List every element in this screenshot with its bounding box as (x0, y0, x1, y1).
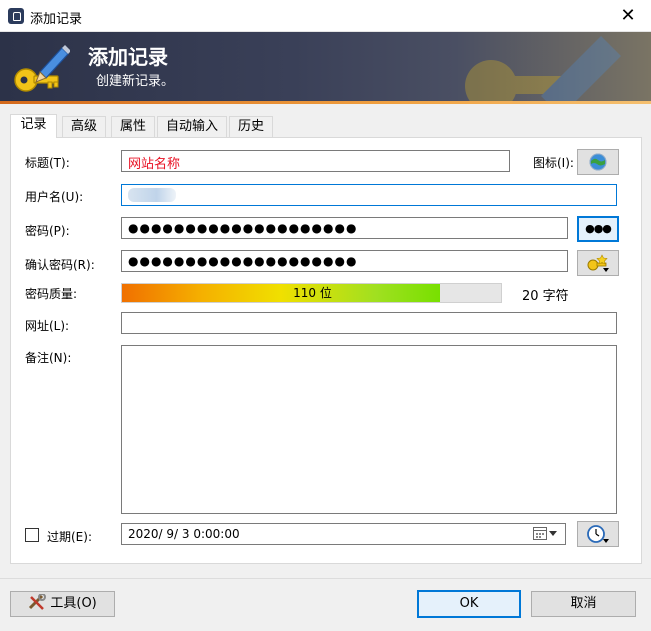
window-titlebar: 添加记录 ✕ (0, 0, 651, 32)
window-title: 添加记录 (30, 12, 83, 27)
calendar-dropdown-icon[interactable] (533, 527, 559, 544)
key-generator-icon (587, 254, 609, 272)
tab-properties[interactable]: 属性 (111, 116, 155, 137)
tools-button-label: 工具(O) (50, 596, 97, 611)
expiry-datetime-value: 2020/ 9/ 3 0:00:00 (128, 527, 240, 541)
username-redacted-value (128, 188, 176, 202)
banner-subheading: 创建新记录。 (96, 74, 175, 89)
password-generator-button[interactable] (577, 250, 619, 276)
banner-accent-line (0, 101, 651, 104)
password-quality-label: 密码质量: (25, 287, 78, 301)
ok-button[interactable]: OK (417, 590, 521, 618)
keepass-lock-icon (8, 8, 24, 24)
confirm-password-label: 确认密码(R): (25, 258, 95, 272)
close-icon[interactable]: ✕ (605, 0, 651, 32)
notes-textarea[interactable] (121, 345, 617, 514)
password-input[interactable]: ●●●●●●●●●●●●●●●●●●●● (121, 217, 568, 239)
tab-auto-type[interactable]: 自动输入 (157, 116, 227, 137)
tab-history[interactable]: 历史 (229, 116, 273, 137)
username-label: 用户名(U): (25, 190, 84, 204)
title-input[interactable]: 网站名称 (121, 150, 510, 172)
expires-label[interactable]: 过期(E): (47, 528, 92, 545)
notes-label: 备注(N): (25, 351, 72, 365)
banner-heading: 添加记录 (88, 45, 168, 69)
confirm-password-input[interactable]: ●●●●●●●●●●●●●●●●●●●● (121, 250, 568, 272)
icon-label: 图标(I): (533, 156, 574, 170)
title-label: 标题(T): (25, 156, 70, 170)
expiry-datetime-picker[interactable]: 2020/ 9/ 3 0:00:00 (121, 523, 566, 545)
password-quality-bar: 110 位 (121, 283, 502, 303)
cancel-button[interactable]: 取消 (531, 591, 636, 617)
tools-button[interactable]: 工具(O) (10, 591, 115, 617)
icon-picker-button[interactable] (577, 149, 619, 175)
password-quality-bits: 110 位 (293, 286, 332, 300)
key-pen-icon (14, 45, 70, 92)
tools-icon (29, 593, 47, 610)
banner-watermark-icon (465, 36, 621, 104)
url-input[interactable] (121, 312, 617, 334)
clock-icon (587, 525, 609, 543)
globe-icon (589, 153, 607, 171)
expires-checkbox[interactable] (25, 528, 39, 542)
url-label: 网址(L): (25, 319, 70, 333)
dialog-banner: 添加记录 创建新记录。 (0, 32, 651, 104)
tab-entry[interactable]: 记录 (10, 114, 57, 138)
password-label: 密码(P): (25, 224, 70, 238)
password-length-count: 20 字符 (522, 289, 569, 304)
show-password-button[interactable]: ●●● (577, 216, 619, 242)
tab-advanced[interactable]: 高级 (62, 116, 106, 137)
username-input[interactable] (121, 184, 617, 206)
expiry-presets-button[interactable] (577, 521, 619, 547)
